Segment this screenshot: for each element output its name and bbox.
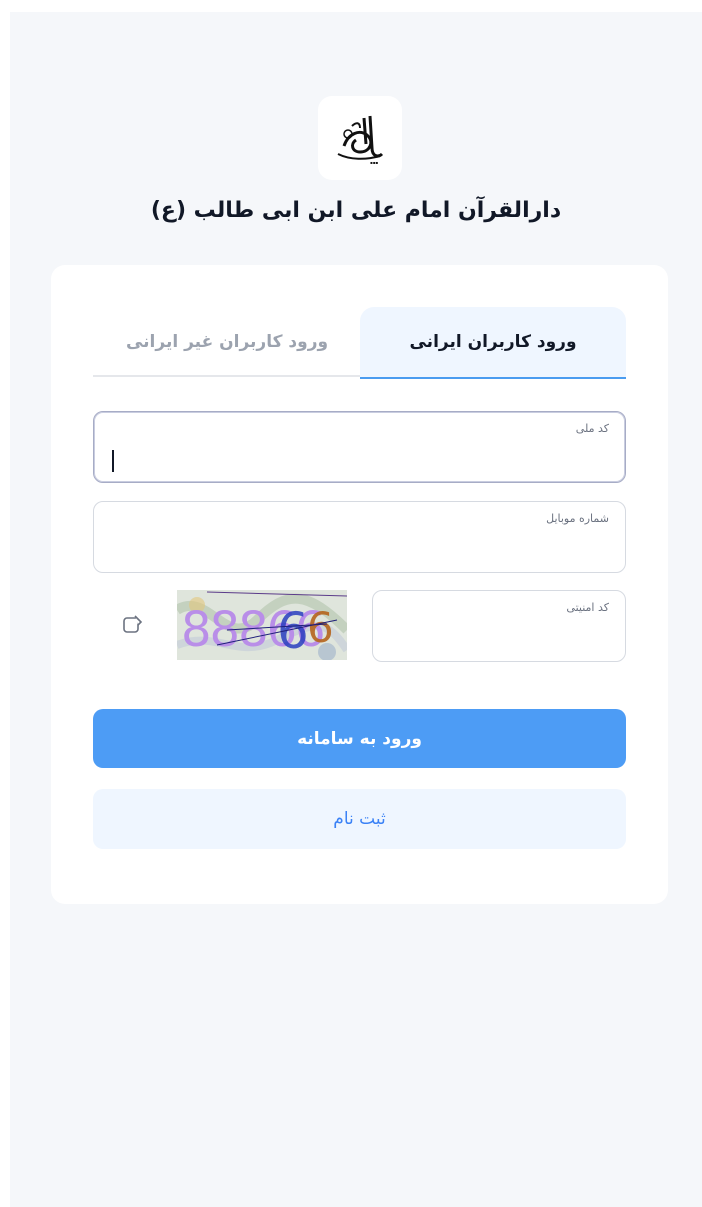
refresh-icon bbox=[123, 615, 143, 633]
mobile-input[interactable] bbox=[110, 538, 609, 564]
page-title: دارالقرآن امام علی ابن ابی طالب (ع) bbox=[150, 198, 562, 223]
mobile-field[interactable]: شماره موبایل bbox=[93, 501, 626, 573]
captcha-label: کد امنیتی bbox=[566, 601, 609, 614]
login-card: ورود کاربران ایرانی ورود کاربران غیر ایر… bbox=[51, 265, 668, 904]
captcha-input[interactable] bbox=[389, 627, 609, 653]
captcha-refresh-button[interactable] bbox=[121, 613, 145, 637]
national-code-input[interactable] bbox=[110, 448, 609, 474]
national-code-label: کد ملی bbox=[575, 422, 609, 435]
logo: ▪▪▪ bbox=[318, 96, 402, 180]
tab-non-iranian-users[interactable]: ورود کاربران غیر ایرانی bbox=[94, 307, 360, 377]
svg-text:6: 6 bbox=[307, 603, 334, 652]
national-code-field[interactable]: کد ملی bbox=[93, 411, 626, 483]
register-button[interactable]: ثبت نام bbox=[93, 789, 626, 849]
login-tabs: ورود کاربران ایرانی ورود کاربران غیر ایر… bbox=[93, 307, 626, 379]
text-cursor bbox=[112, 450, 114, 472]
page: ▪▪▪ دارالقرآن امام علی ابن ابی طالب (ع) … bbox=[10, 12, 702, 1207]
svg-text:▪▪▪: ▪▪▪ bbox=[370, 160, 378, 165]
calligraphy-logo-icon: ▪▪▪ bbox=[337, 115, 384, 165]
captcha-image: 88866 6 6 bbox=[177, 590, 347, 660]
mobile-label: شماره موبایل bbox=[546, 512, 609, 525]
login-button[interactable]: ورود به سامانه bbox=[93, 709, 626, 768]
captcha-field[interactable]: کد امنیتی bbox=[372, 590, 626, 662]
tab-iranian-users[interactable]: ورود کاربران ایرانی bbox=[360, 307, 626, 379]
